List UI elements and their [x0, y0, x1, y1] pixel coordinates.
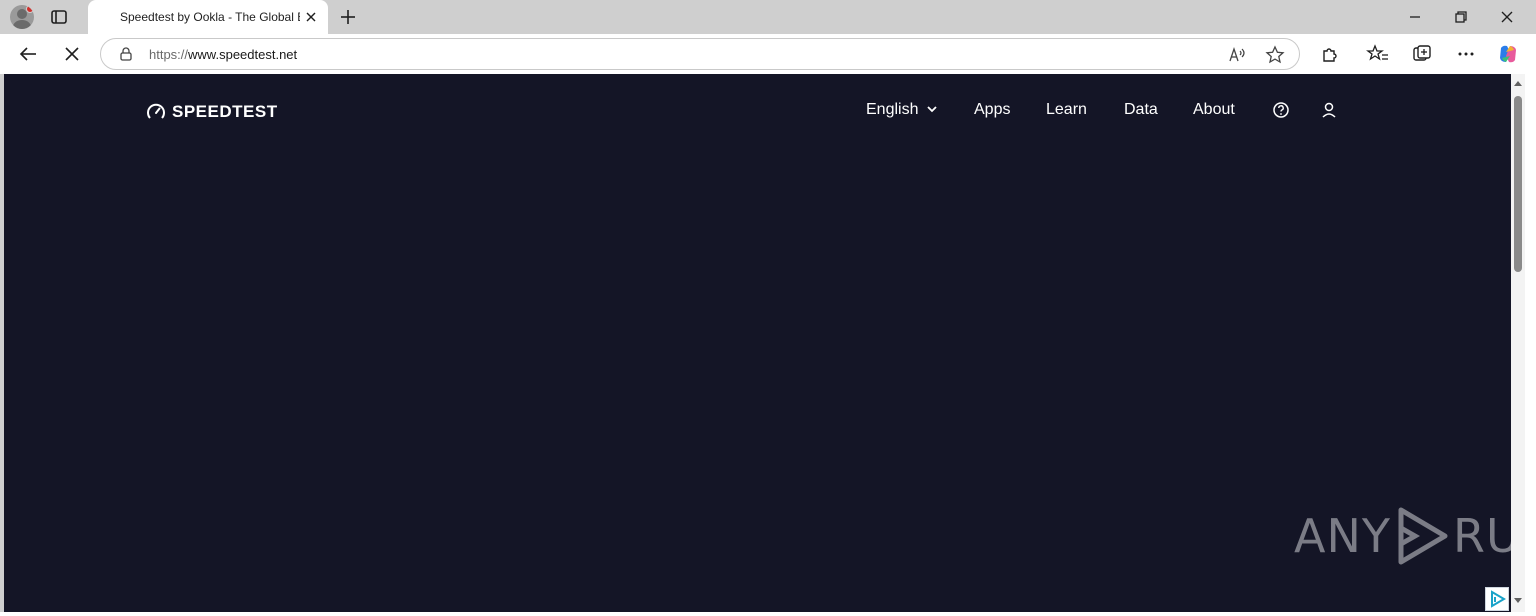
- nav-about-link[interactable]: About: [1193, 101, 1235, 119]
- more-options-icon[interactable]: [1454, 42, 1478, 66]
- profile-body: [13, 20, 31, 29]
- stop-loading-icon[interactable]: [60, 42, 84, 66]
- close-tab-icon[interactable]: [304, 10, 318, 24]
- scroll-up-arrow[interactable]: [1514, 81, 1522, 86]
- ad-choices-icon: [1491, 590, 1506, 608]
- window-bottom-edge: [0, 612, 1536, 616]
- speedtest-logo[interactable]: SPEEDTEST: [146, 101, 278, 123]
- read-aloud-icon[interactable]: [1227, 45, 1247, 65]
- back-arrow-icon[interactable]: [16, 42, 40, 66]
- logo-text: SPEEDTEST: [172, 102, 278, 121]
- tab-strip: Speedtest by Ookla - The Global Broadban…: [0, 0, 1536, 34]
- nav-apps-link[interactable]: Apps: [974, 101, 1010, 119]
- vertical-scrollbar[interactable]: [1511, 74, 1525, 612]
- nav-data-link[interactable]: Data: [1124, 101, 1158, 119]
- browser-toolbar: https://www.speedtest.net: [0, 34, 1536, 74]
- chevron-down-icon: [927, 106, 937, 113]
- gauge-icon: [147, 103, 165, 119]
- url-text[interactable]: https://www.speedtest.net: [149, 47, 297, 62]
- collections-icon[interactable]: [1410, 42, 1434, 66]
- ad-choices-badge[interactable]: [1485, 587, 1509, 611]
- active-tab[interactable]: Speedtest by Ookla - The Global Broadban…: [88, 0, 328, 34]
- restore-icon[interactable]: [1450, 6, 1472, 28]
- favorites-icon[interactable]: [1366, 42, 1390, 66]
- help-icon[interactable]: [1272, 101, 1290, 119]
- url-host: www.speedtest.net: [188, 47, 298, 62]
- tab-actions-icon[interactable]: [50, 8, 68, 26]
- profile-avatar[interactable]: [10, 5, 34, 29]
- nav-learn-link[interactable]: Learn: [1046, 101, 1087, 119]
- close-window-icon[interactable]: [1496, 6, 1518, 28]
- language-selector[interactable]: English: [866, 101, 938, 119]
- scroll-down-arrow[interactable]: [1514, 598, 1522, 603]
- language-label: English: [866, 101, 919, 118]
- url-protocol: https://: [149, 47, 189, 62]
- anyrun-watermark: ANY RUN: [1294, 504, 1536, 568]
- notification-dot: [26, 5, 34, 13]
- watermark-left-text: ANY: [1294, 509, 1391, 563]
- tab-title: Speedtest by Ookla - The Global Broadban…: [120, 10, 300, 24]
- lock-icon[interactable]: [119, 47, 133, 61]
- new-tab-icon[interactable]: [338, 7, 358, 27]
- scrollbar-thumb[interactable]: [1514, 96, 1522, 272]
- window-right-edge: [1525, 74, 1536, 616]
- address-bar[interactable]: https://www.speedtest.net: [100, 38, 1300, 70]
- extensions-icon[interactable]: [1318, 42, 1342, 66]
- copilot-icon[interactable]: [1496, 42, 1520, 66]
- page-viewport: SPEEDTEST English Apps Learn Data About …: [4, 74, 1536, 612]
- favorite-star-icon[interactable]: [1265, 45, 1285, 65]
- play-logo-icon: [1398, 507, 1448, 565]
- user-account-icon[interactable]: [1320, 101, 1338, 119]
- minimize-icon[interactable]: [1404, 6, 1426, 28]
